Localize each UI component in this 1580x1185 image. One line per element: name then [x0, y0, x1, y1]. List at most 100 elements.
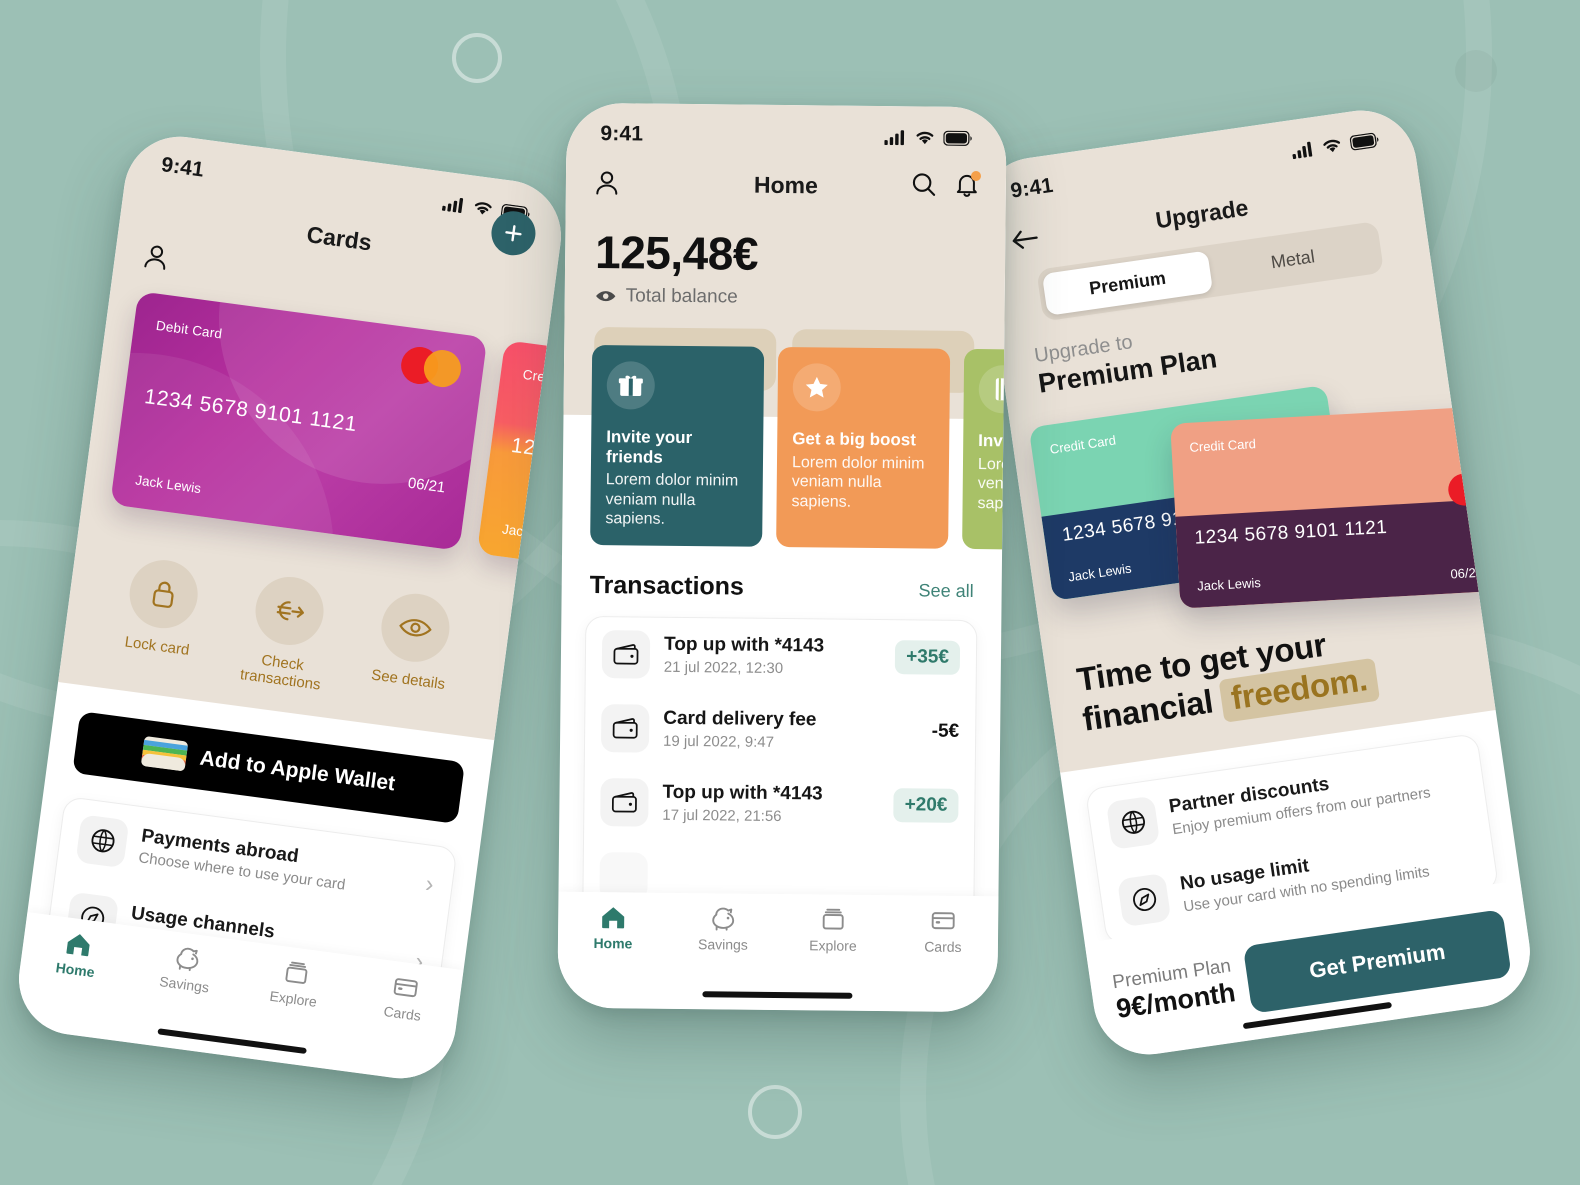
- upgrade-card-front: Credit Card 1234 5678 9101 1121 Jack Lew…: [1170, 406, 1501, 609]
- star-icon: [792, 363, 842, 412]
- home-indicator: [157, 1028, 307, 1055]
- bg-ring-small-1: [452, 33, 502, 83]
- person-icon: [596, 171, 618, 195]
- wifi-icon: [916, 131, 934, 145]
- bg-ring-small-2: [748, 1085, 802, 1139]
- promo-card-third[interactable]: Invite Lorem dolor minim veniam nulla sa…: [962, 348, 1007, 551]
- wifi-icon: [1323, 139, 1341, 153]
- promo-card-invite[interactable]: Invite your friends Lorem dolor minim ve…: [590, 345, 765, 547]
- home-icon: [602, 907, 625, 929]
- tab-label: Savings: [158, 973, 210, 996]
- chevron-right-icon: ›: [423, 869, 436, 898]
- arrow-left-icon: [1012, 230, 1038, 249]
- tab-label: Savings: [697, 936, 748, 953]
- phone-home-screen: 9:41 Home 125,48€ Total balance Invite y…: [557, 102, 1007, 1013]
- tab-label: Home: [593, 935, 633, 952]
- check-transactions-action[interactable]: Check transactions: [216, 569, 356, 697]
- transaction-date: 17 jul 2022, 21:56: [662, 806, 782, 825]
- explore-icon: [285, 961, 308, 984]
- eye-icon: [596, 291, 616, 302]
- promo-title: Invite your friends: [605, 427, 693, 467]
- status-bar: 9:41: [566, 103, 1007, 160]
- tab-home[interactable]: Home: [558, 904, 668, 952]
- cellular-signal-icon: [441, 198, 464, 214]
- euro-arrow-icon: [251, 572, 328, 650]
- piggy-bank-icon: [176, 947, 199, 972]
- card-icon: [393, 978, 418, 998]
- tab-explore[interactable]: Explore: [238, 953, 353, 1014]
- search-button[interactable]: [910, 170, 938, 203]
- card-number: 1234: [509, 433, 562, 464]
- see-details-action[interactable]: See details: [342, 586, 482, 714]
- wallet-icon: [600, 777, 649, 827]
- see-all-link[interactable]: See all: [919, 580, 974, 602]
- wallet-button-label: Add to Apple Wallet: [198, 746, 397, 795]
- eye-icon: [376, 589, 454, 666]
- promo-title: Get a big boost: [792, 429, 917, 450]
- plus-icon: [505, 225, 522, 242]
- promo-title: Invite: [978, 431, 1007, 451]
- person-icon[interactable]: [139, 240, 173, 274]
- get-premium-button[interactable]: Get Premium: [1242, 909, 1512, 1014]
- status-icons: [884, 129, 972, 146]
- table-row[interactable]: Top up with *4143 17 jul 2022, 21:56 +20…: [584, 765, 975, 843]
- lock-card-action[interactable]: Lock card: [91, 552, 231, 680]
- notification-badge: [970, 170, 982, 181]
- balance-label-row[interactable]: Total balance: [565, 279, 1005, 312]
- transaction-amount: +20€: [893, 787, 959, 823]
- tab-bar: Home Savings Explore Cards: [557, 891, 999, 1013]
- status-clock: 9:41: [159, 153, 206, 182]
- mastercard-logo: [1447, 471, 1501, 507]
- table-row[interactable]: Top up with *4143 21 jul 2022, 12:30 +35…: [586, 617, 977, 695]
- tab-cards[interactable]: Cards: [347, 967, 462, 1028]
- notifications-button[interactable]: [954, 170, 982, 203]
- tab-label: Cards: [924, 938, 962, 955]
- card-type-label: Credit Card: [1189, 436, 1257, 455]
- card-expiry: 06/21: [406, 474, 447, 497]
- tab-cards[interactable]: Cards: [888, 907, 998, 955]
- promo-desc: Lorem dolor minim veniam nulla sapiens.: [605, 471, 739, 528]
- back-button[interactable]: [1008, 225, 1041, 253]
- profile-button[interactable]: [592, 168, 622, 198]
- transactions-list: Top up with *4143 21 jul 2022, 12:30 +35…: [582, 615, 978, 918]
- transaction-date: 21 jul 2022, 12:30: [663, 658, 784, 677]
- wallet-icon: [601, 629, 651, 679]
- card-expiry: 06/21: [1450, 564, 1484, 582]
- tab-savings[interactable]: Savings: [668, 905, 778, 953]
- card-icon: [931, 912, 955, 930]
- bg-dot-1: [1455, 50, 1497, 92]
- status-clock: 9:41: [600, 122, 644, 146]
- bank-card-debit[interactable]: Debit Card 1234 5678 9101 1121 06/21 Jac…: [110, 291, 488, 551]
- search-icon: [912, 172, 936, 196]
- card-type-label: Credit Card: [1048, 432, 1117, 457]
- phone-upgrade-screen: 9:41 Upgrade Premium Metal Upgrade to Pr…: [972, 103, 1538, 1062]
- cards-top-area: 9:41 Cards Credit 1234 Jack Lewis Debit …: [58, 129, 568, 740]
- card-type-label: Debit Card: [155, 317, 224, 342]
- globe-icon: [1105, 795, 1161, 850]
- tab-savings[interactable]: Savings: [129, 938, 244, 999]
- book-icon: [978, 365, 1007, 414]
- battery-icon: [1349, 132, 1379, 150]
- mastercard-logo: [398, 344, 464, 390]
- bank-card-credit[interactable]: Credit Card 1234 Jack Lewis: [476, 340, 568, 600]
- transaction-title: Top up with *4143: [662, 781, 823, 805]
- battery-icon: [943, 130, 972, 146]
- promo-card-boost[interactable]: Get a big boost Lorem dolor minim veniam…: [776, 346, 951, 549]
- apple-wallet-icon: [140, 735, 189, 771]
- table-row[interactable]: Card delivery fee 19 jul 2022, 9:47 -5€: [585, 691, 976, 769]
- home-navbar: Home: [566, 155, 1007, 216]
- action-label: See details: [370, 666, 447, 694]
- explore-icon: [822, 908, 844, 930]
- tab-label: Explore: [809, 937, 857, 954]
- tab-label: Cards: [382, 1003, 422, 1024]
- promo-carousel[interactable]: Invite your friends Lorem dolor minim ve…: [562, 321, 1007, 551]
- action-label: Lock card: [123, 633, 191, 659]
- compass-icon: [1116, 872, 1172, 928]
- tab-explore[interactable]: Explore: [778, 906, 888, 954]
- transaction-date: 19 jul 2022, 9:47: [662, 732, 775, 751]
- transaction-amount: -5€: [931, 720, 960, 742]
- home-icon: [66, 934, 90, 957]
- tab-home[interactable]: Home: [20, 924, 135, 985]
- card-type-label: Credit Card: [521, 366, 568, 391]
- wifi-icon: [474, 202, 492, 215]
